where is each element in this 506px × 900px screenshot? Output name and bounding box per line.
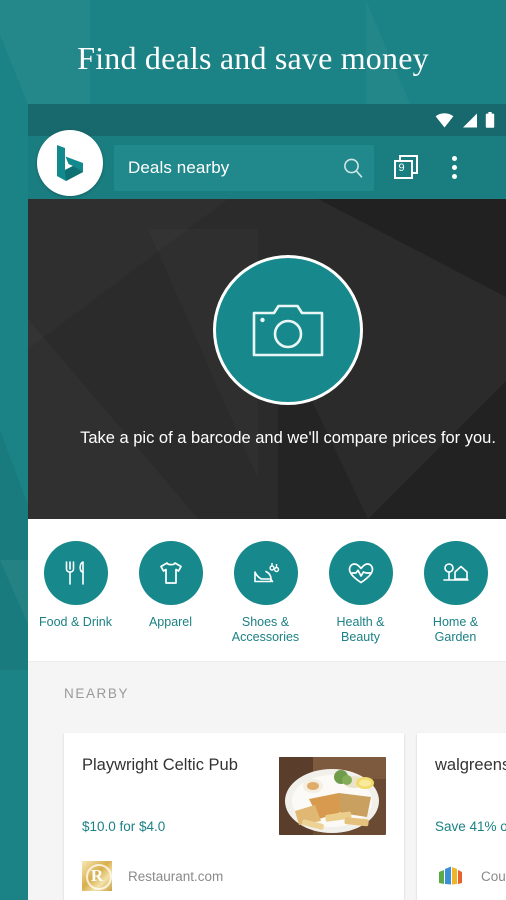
- deal-title: walgreens: [435, 756, 506, 774]
- camera-button[interactable]: [213, 255, 363, 405]
- deal-photo: [279, 757, 386, 835]
- category-icon-circle: [423, 541, 488, 605]
- category-home-and-garden[interactable]: Home & Garden: [408, 541, 503, 645]
- high-heel-icon: [253, 563, 279, 583]
- bing-logo[interactable]: [37, 130, 103, 196]
- promo-headline: Find deals and save money: [77, 40, 429, 76]
- category-apparel[interactable]: Apparel: [123, 541, 218, 630]
- deal-brand-name: Restaurant.com: [128, 868, 224, 884]
- nearby-header[interactable]: NEARBY: [28, 661, 506, 725]
- category-icon-circle: [43, 541, 108, 605]
- category-icon-circle: [328, 541, 393, 605]
- deal-card[interactable]: Playwright Celtic Pub $10.0 for $4.0 R R…: [64, 733, 404, 900]
- bing-b-icon: [57, 145, 83, 181]
- category-food-and-drink[interactable]: Food & Drink: [28, 541, 123, 630]
- nearby-card-list[interactable]: Playwright Celtic Pub $10.0 for $4.0 R R…: [28, 725, 506, 900]
- overflow-menu-icon[interactable]: [440, 151, 468, 185]
- fish-and-chips-photo: [279, 757, 386, 835]
- tab-count-badge: 9: [398, 162, 405, 174]
- tabs-button[interactable]: 9: [390, 151, 424, 185]
- search-input[interactable]: Deals nearby: [114, 144, 374, 191]
- app-bar: Deals nearby 9: [28, 130, 506, 199]
- category-label: Home & Garden: [432, 615, 479, 644]
- heart-pulse-icon: [348, 563, 373, 584]
- category-label: Food & Drink: [39, 615, 112, 629]
- category-icon-circle: [138, 541, 203, 605]
- barcode-hero: Take a pic of a barcode and we'll compar…: [28, 199, 506, 519]
- camera-icon: [252, 304, 324, 357]
- category-health-and-beauty[interactable]: Health & Beauty: [313, 541, 408, 645]
- search-query-text: Deals nearby: [128, 157, 230, 177]
- deal-brand: Coup: [435, 861, 506, 891]
- battery-icon: [485, 112, 494, 128]
- category-row[interactable]: Food & Drink Apparel Shoes & Accessories…: [28, 519, 506, 661]
- status-bar: 2:20: [28, 104, 506, 136]
- deal-offer: $10.0 for $4.0: [82, 819, 166, 834]
- deal-card[interactable]: walgreens Save 41% off Pri Coup: [417, 733, 506, 900]
- deal-offer: Save 41% off Pri: [435, 819, 506, 834]
- category-label: Health & Beauty: [336, 615, 385, 644]
- search-icon[interactable]: [342, 157, 364, 179]
- fork-knife-icon: [65, 561, 84, 585]
- category-label: Shoes & Accessories: [231, 615, 300, 644]
- nearby-title: NEARBY: [64, 686, 130, 701]
- phone-screenshot: 2:20 Deals nearby: [28, 104, 506, 900]
- wifi-icon: [435, 112, 454, 127]
- category-icon-circle: [233, 541, 298, 605]
- signal-icon: [462, 113, 477, 127]
- coupons-logo: [439, 866, 462, 885]
- deal-brand-name: Coup: [481, 868, 506, 884]
- promo-screenshot: Find deals and save money 2:20: [0, 0, 506, 900]
- category-label: Apparel: [148, 615, 193, 629]
- deal-brand: R Restaurant.com: [82, 861, 223, 891]
- hero-caption: Take a pic of a barcode and we'll compar…: [80, 429, 496, 447]
- category-shoes-and-accessories[interactable]: Shoes & Accessories: [218, 541, 313, 645]
- restaurant-dot-com-logo: R: [82, 861, 112, 891]
- tshirt-icon: [159, 562, 182, 584]
- house-tree-icon: [442, 563, 469, 581]
